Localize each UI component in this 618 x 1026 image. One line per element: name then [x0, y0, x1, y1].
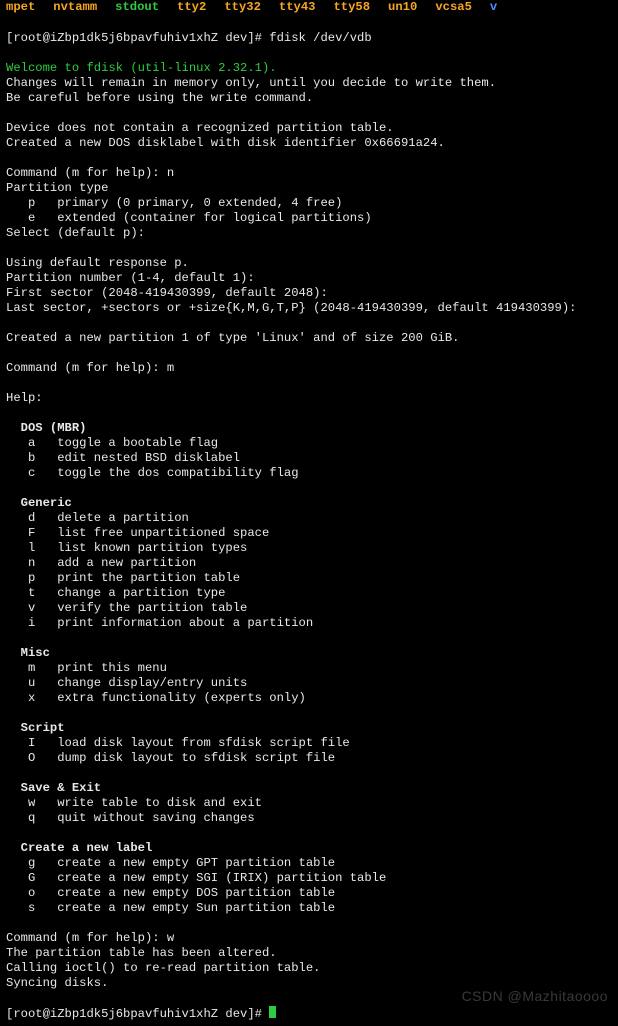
help-i: i print information about a partition [6, 616, 313, 630]
tab-stdout[interactable]: stdout [115, 0, 159, 14]
help-F: F list free unpartitioned space [6, 526, 269, 540]
help-v: v verify the partition table [6, 601, 247, 615]
terminal-output[interactable]: [root@iZbp1dk5j6bpavfuhiv1xhZ dev]# fdis… [0, 14, 618, 1026]
help-c: c toggle the dos compatibility flag [6, 466, 299, 480]
command-m: Command (m for help): m [6, 361, 174, 375]
help-s2: s create a new empty Sun partition table [6, 901, 335, 915]
tab-tty58[interactable]: tty58 [333, 0, 370, 14]
tab-un10[interactable]: un10 [388, 0, 417, 14]
default-resp: Using default response p. [6, 256, 189, 270]
altered-line: The partition table has been altered. [6, 946, 277, 960]
command-w: Command (m for help): w [6, 931, 174, 945]
section-dos-title: DOS (MBR) [6, 421, 86, 435]
command-n: Command (m for help): n [6, 166, 174, 180]
help-g: g create a new empty GPT partition table [6, 856, 335, 870]
prompt-line-1: [root@iZbp1dk5j6bpavfuhiv1xhZ dev]# fdis… [6, 31, 372, 45]
section-save-title: Save & Exit [6, 781, 101, 795]
first-sector: First sector (2048-419430399, default 20… [6, 286, 328, 300]
intro-line-1: Changes will remain in memory only, unti… [6, 76, 496, 90]
welcome-line: Welcome to fdisk (util-linux 2.32.1). [6, 61, 277, 75]
ioctl-line: Calling ioctl() to re-read partition tab… [6, 961, 321, 975]
help-O: O dump disk layout to sfdisk script file [6, 751, 335, 765]
tab-tty2[interactable]: tty2 [177, 0, 206, 14]
help-o: o create a new empty DOS partition table [6, 886, 335, 900]
last-sector: Last sector, +sectors or +size{K,M,G,T,P… [6, 301, 576, 315]
top-tab-bar: mpet nvtamm stdout tty2 tty32 tty43 tty5… [0, 0, 618, 14]
help-G: G create a new empty SGI (IRIX) partitio… [6, 871, 386, 885]
ptype-primary: p primary (0 primary, 0 extended, 4 free… [6, 196, 342, 210]
help-header: Help: [6, 391, 43, 405]
help-m: m print this menu [6, 661, 167, 675]
help-w: w write table to disk and exit [6, 796, 262, 810]
section-script-title: Script [6, 721, 65, 735]
tab-nvtamm[interactable]: nvtamm [53, 0, 97, 14]
cursor-icon [269, 1006, 276, 1018]
tab-tty32[interactable]: tty32 [224, 0, 261, 14]
help-u: u change display/entry units [6, 676, 247, 690]
help-a: a toggle a bootable flag [6, 436, 218, 450]
device-line-2: Created a new DOS disklabel with disk id… [6, 136, 445, 150]
device-line-1: Device does not contain a recognized par… [6, 121, 394, 135]
help-q: q quit without saving changes [6, 811, 255, 825]
ptype-header: Partition type [6, 181, 108, 195]
help-n: n add a new partition [6, 556, 196, 570]
section-misc-title: Misc [6, 646, 50, 660]
help-I: I load disk layout from sfdisk script fi… [6, 736, 350, 750]
ptype-extended: e extended (container for logical partit… [6, 211, 372, 225]
help-p: p print the partition table [6, 571, 240, 585]
tab-vcsa5[interactable]: vcsa5 [435, 0, 472, 14]
tab-v[interactable]: v [490, 0, 497, 14]
part-number: Partition number (1-4, default 1): [6, 271, 255, 285]
tab-tty43[interactable]: tty43 [279, 0, 316, 14]
help-b: b edit nested BSD disklabel [6, 451, 240, 465]
intro-line-2: Be careful before using the write comman… [6, 91, 313, 105]
tab-mpet[interactable]: mpet [6, 0, 35, 14]
help-l: l list known partition types [6, 541, 247, 555]
created-line: Created a new partition 1 of type 'Linux… [6, 331, 459, 345]
help-d: d delete a partition [6, 511, 189, 525]
section-generic-title: Generic [6, 496, 72, 510]
help-x: x extra functionality (experts only) [6, 691, 306, 705]
final-prompt[interactable]: [root@iZbp1dk5j6bpavfuhiv1xhZ dev]# [6, 1007, 269, 1021]
section-label-title: Create a new label [6, 841, 152, 855]
help-t: t change a partition type [6, 586, 225, 600]
syncing-line: Syncing disks. [6, 976, 108, 990]
ptype-select: Select (default p): [6, 226, 145, 240]
